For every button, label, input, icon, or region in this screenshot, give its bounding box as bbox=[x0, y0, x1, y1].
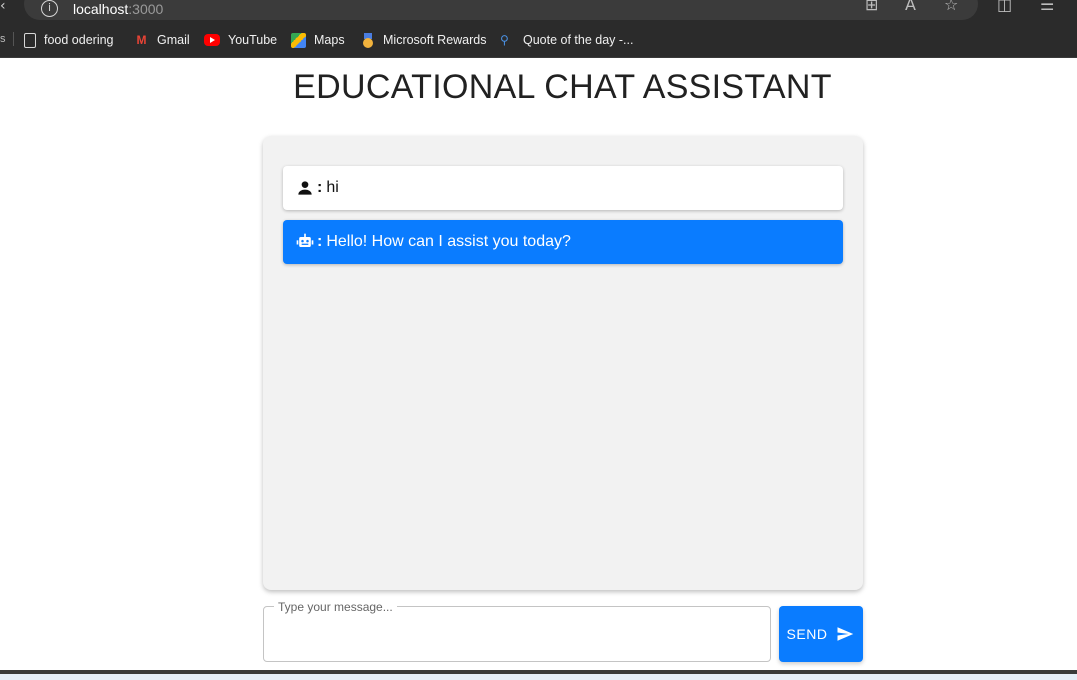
send-icon bbox=[837, 627, 854, 641]
bookmarks-overflow-edge: s bbox=[0, 33, 6, 45]
app-available-icon[interactable]: ⊞ bbox=[865, 0, 878, 14]
message-text: hi bbox=[326, 179, 339, 196]
sender-separator: : bbox=[317, 233, 323, 250]
sender-separator: : bbox=[317, 179, 323, 196]
site-info-icon[interactable]: i bbox=[41, 0, 58, 17]
back-arrow-icon[interactable]: ‹ bbox=[0, 0, 6, 14]
favorites-list-icon[interactable]: ☰ bbox=[1040, 0, 1054, 14]
bookmark-label: YouTube bbox=[228, 33, 278, 47]
user-icon bbox=[298, 181, 312, 195]
bookmark-label: food odering bbox=[44, 33, 114, 47]
bookmarks-divider bbox=[13, 32, 14, 46]
send-button[interactable]: SEND bbox=[779, 606, 863, 662]
bookmarks-bar: s food odering M Gmail YouTube Maps Micr… bbox=[0, 22, 1077, 58]
document-icon bbox=[24, 32, 36, 48]
bookmark-label: Gmail bbox=[157, 33, 190, 47]
url-text[interactable]: localhost:3000 bbox=[73, 1, 163, 17]
chat-panel[interactable]: : hi : Hello! How can I assist you today… bbox=[263, 136, 863, 590]
bookmark-food-odering[interactable]: food odering bbox=[24, 31, 114, 49]
robot-icon bbox=[296, 233, 314, 247]
page-title: EDUCATIONAL CHAT ASSISTANT bbox=[293, 68, 832, 106]
gmail-icon: M bbox=[136, 32, 147, 47]
send-button-label: SEND bbox=[786, 626, 828, 642]
chat-message-user: : hi bbox=[283, 166, 843, 210]
taskbar-strip bbox=[0, 674, 1077, 680]
message-input-field[interactable]: Type your message... bbox=[263, 600, 771, 662]
bookmark-microsoft-rewards[interactable]: Microsoft Rewards bbox=[361, 31, 487, 49]
bookmark-gmail[interactable]: M Gmail bbox=[134, 31, 190, 49]
read-aloud-icon[interactable]: A bbox=[905, 0, 916, 14]
bookmark-label: Maps bbox=[314, 33, 345, 47]
bookmark-label: Quote of the day -... bbox=[523, 33, 634, 47]
bookmark-maps[interactable]: Maps bbox=[291, 31, 345, 49]
message-text: Hello! How can I assist you today? bbox=[326, 233, 571, 250]
chat-message-bot: : Hello! How can I assist you today? bbox=[283, 220, 843, 264]
bookmark-quote-of-the-day[interactable]: ⚲ Quote of the day -... bbox=[500, 31, 633, 49]
message-input[interactable] bbox=[264, 607, 770, 661]
maps-icon bbox=[291, 32, 306, 48]
youtube-icon bbox=[204, 34, 220, 46]
split-screen-icon[interactable]: ◫ bbox=[997, 0, 1012, 14]
bookmark-youtube[interactable]: YouTube bbox=[204, 31, 277, 49]
address-bar[interactable]: i localhost:3000 bbox=[24, 0, 978, 20]
rewards-medal-icon bbox=[361, 32, 375, 48]
browser-titlebar: ‹ i localhost:3000 ⊞ A ☆ ◫ ☰ bbox=[0, 0, 1077, 22]
search-icon: ⚲ bbox=[500, 32, 509, 47]
bookmark-label: Microsoft Rewards bbox=[383, 33, 487, 47]
favorite-star-icon[interactable]: ☆ bbox=[944, 0, 958, 14]
